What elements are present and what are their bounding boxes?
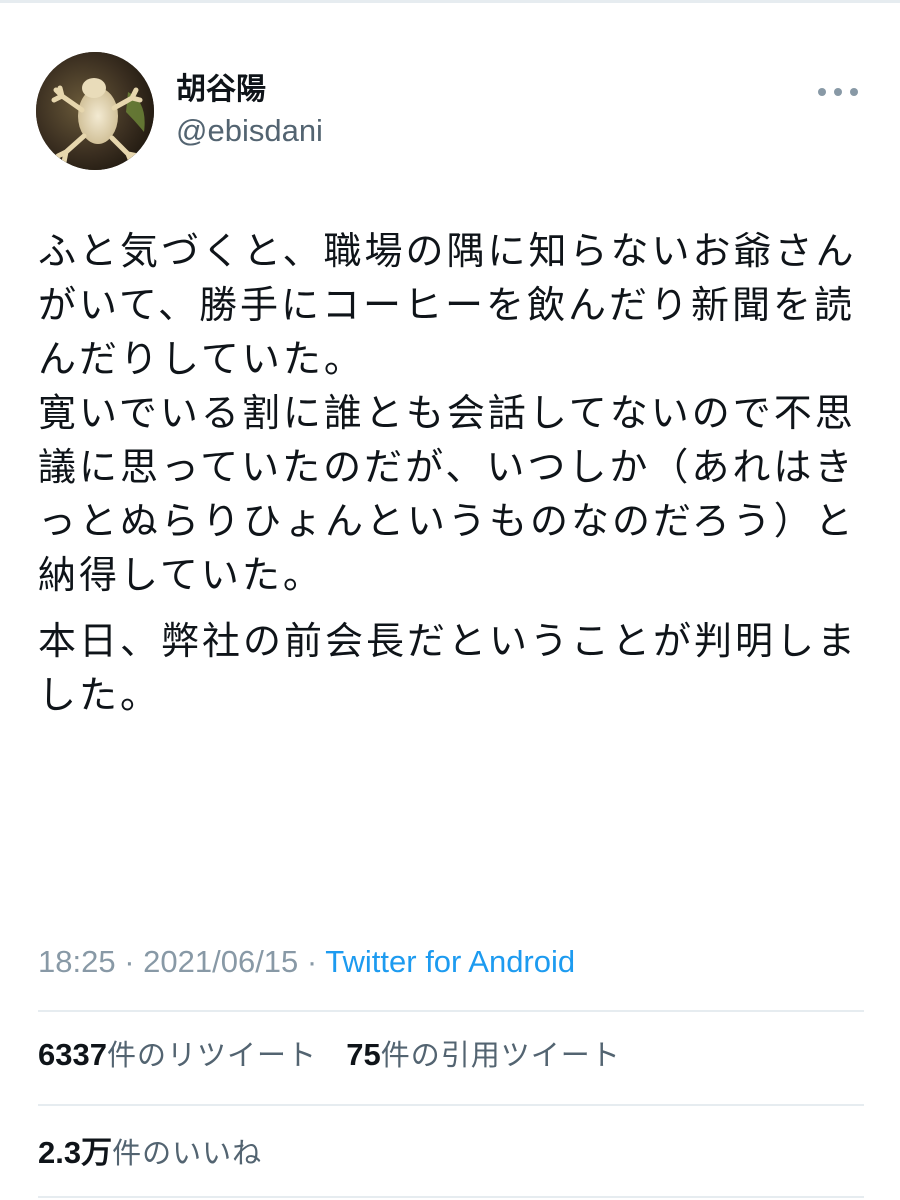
tweet-paragraph: 本日、弊社の前会長だということが判明しました。 xyxy=(38,619,859,717)
like-label: 件のいいね xyxy=(112,1136,263,1170)
quotes-stat[interactable]: 75件の引用ツイート xyxy=(346,1034,621,1076)
like-count: 2.3万 xyxy=(38,1135,113,1170)
retweet-label: 件のリツイート xyxy=(106,1038,317,1072)
divider xyxy=(38,1196,864,1198)
meta-separator: · xyxy=(298,944,326,979)
tweet-time[interactable]: 18:25 xyxy=(38,944,116,979)
tweet-date[interactable]: 2021/06/15 xyxy=(143,944,298,979)
tweet-paragraph: ふと気づくと、職場の隅に知らないお爺さんがいて、勝手にコーヒーを飲んだり新聞を読… xyxy=(38,229,857,597)
retweet-count: 6337 xyxy=(38,1037,107,1072)
more-dot xyxy=(850,88,858,96)
tweet-metadata: 18:25 · 2021/06/15 · Twitter for Android xyxy=(38,940,575,984)
tweet-source-link[interactable]: Twitter for Android xyxy=(325,944,575,979)
tweet-text: ふと気づくと、職場の隅に知らないお爺さんがいて、勝手にコーヒーを飲んだり新聞を読… xyxy=(38,224,868,722)
engagement-stats: 6337件のリツイート 75件の引用ツイート xyxy=(38,1034,621,1076)
divider xyxy=(38,1104,864,1106)
display-name[interactable]: 胡谷陽 xyxy=(176,70,323,110)
meta-separator: · xyxy=(115,944,144,979)
user-info: 胡谷陽 @ebisdani xyxy=(176,70,323,152)
likes-stat[interactable]: 2.3万件のいいね xyxy=(38,1132,262,1174)
more-dot xyxy=(834,88,842,96)
more-horizontal-icon[interactable] xyxy=(818,86,858,98)
frog-avatar-icon[interactable] xyxy=(36,52,154,170)
quote-label: 件の引用ツイート xyxy=(380,1038,621,1072)
more-dot xyxy=(818,88,826,96)
divider xyxy=(38,1010,864,1012)
tweet-header: 胡谷陽 @ebisdani xyxy=(36,52,864,172)
quote-count: 75 xyxy=(346,1037,381,1072)
top-divider xyxy=(0,0,900,3)
retweets-stat[interactable]: 6337件のリツイート xyxy=(38,1034,317,1076)
user-handle[interactable]: @ebisdani xyxy=(176,110,323,152)
likes-stats: 2.3万件のいいね xyxy=(38,1132,262,1174)
